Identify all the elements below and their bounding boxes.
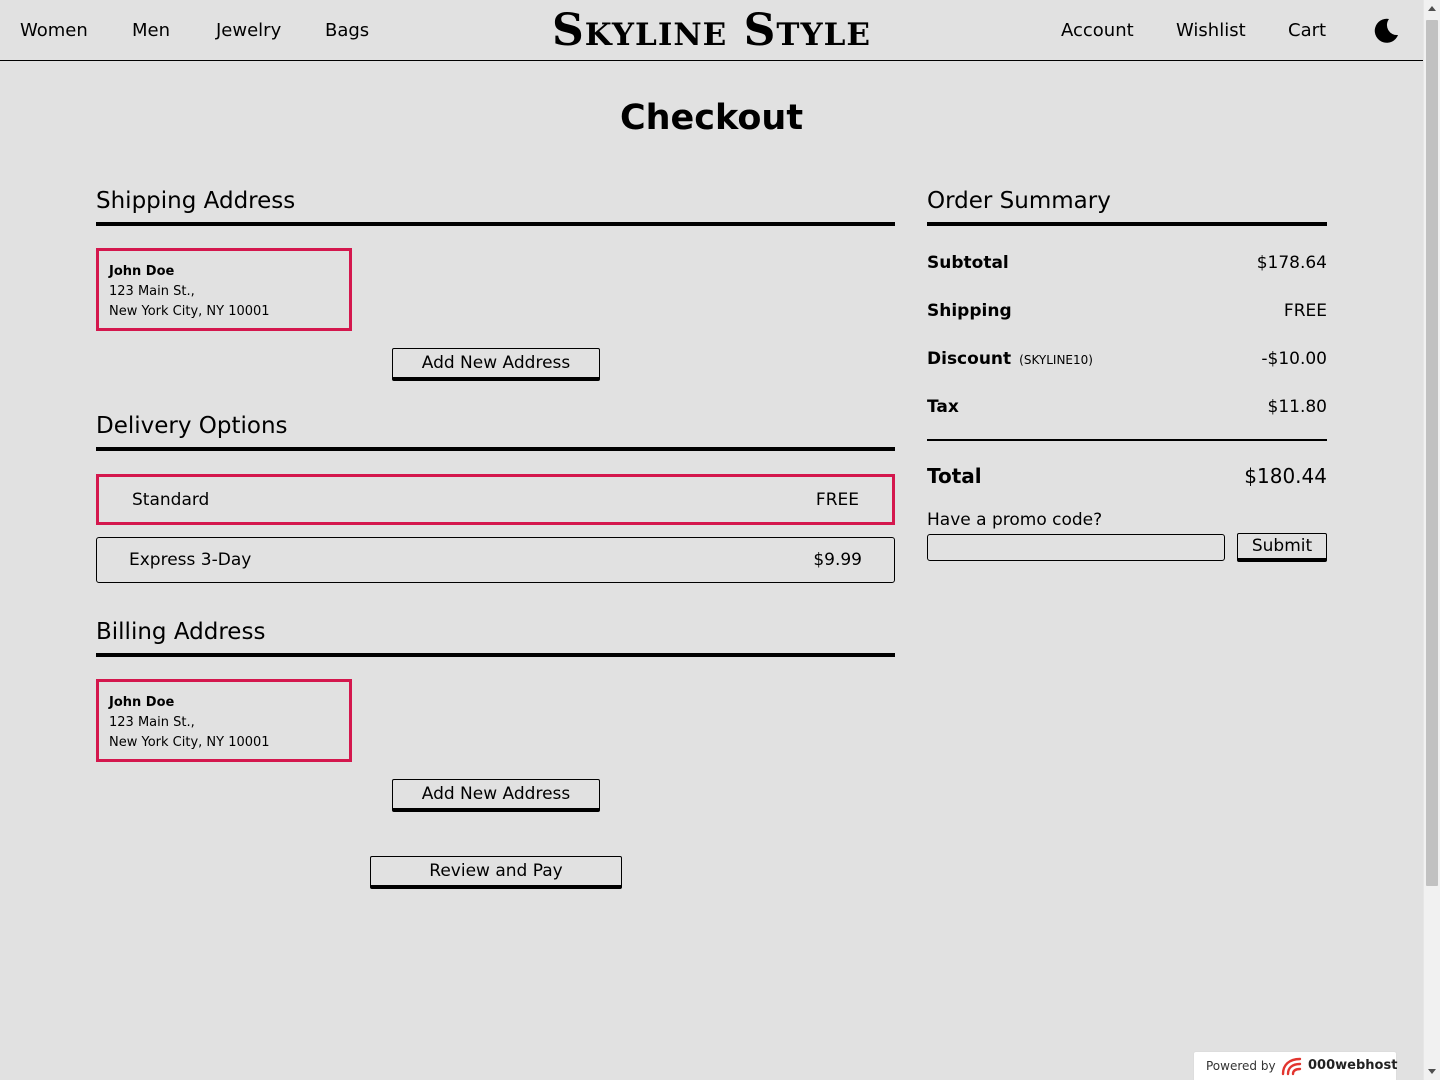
summary-discount-row: Discount (SKYLINE10) -$10.00 bbox=[927, 347, 1327, 372]
delivery-option-label: Express 3-Day bbox=[129, 550, 252, 570]
summary-tax-row: Tax $11.80 bbox=[927, 395, 1327, 419]
delivery-option-express[interactable]: Express 3-Day $9.99 bbox=[96, 537, 895, 583]
webhost-logo-icon bbox=[1280, 1056, 1304, 1079]
total-value: $180.44 bbox=[1244, 464, 1327, 488]
promo-code-input[interactable] bbox=[927, 534, 1225, 561]
address-name: John Doe bbox=[109, 264, 175, 279]
address-line2: New York City, NY 10001 bbox=[109, 735, 270, 750]
promo-label: Have a promo code? bbox=[927, 510, 1103, 530]
scroll-thumb[interactable] bbox=[1426, 20, 1438, 886]
nav-link-bags[interactable]: Bags bbox=[325, 19, 369, 43]
nav-link-account[interactable]: Account bbox=[1061, 19, 1134, 43]
discount-value: -$10.00 bbox=[1261, 349, 1327, 369]
nav-link-cart[interactable]: Cart bbox=[1288, 19, 1326, 43]
subtotal-label: Subtotal bbox=[927, 253, 1009, 273]
subtotal-value: $178.64 bbox=[1256, 253, 1327, 273]
scroll-down-icon[interactable] bbox=[1428, 1069, 1436, 1074]
promo-submit-button[interactable]: Submit bbox=[1237, 533, 1327, 562]
shipping-address-card[interactable]: John Doe 123 Main St., New York City, NY… bbox=[96, 248, 352, 331]
order-summary-heading: Order Summary bbox=[927, 186, 1327, 226]
add-shipping-address-button[interactable]: Add New Address bbox=[392, 348, 600, 381]
summary-total-row: Total $180.44 bbox=[927, 463, 1327, 489]
delivery-option-label: Standard bbox=[132, 489, 210, 510]
page-scrollbar[interactable] bbox=[1423, 0, 1440, 1080]
delivery-option-price: FREE bbox=[815, 489, 859, 510]
scroll-up-icon[interactable] bbox=[1428, 6, 1436, 11]
tax-value: $11.80 bbox=[1267, 397, 1327, 417]
summary-subtotal-row: Subtotal $178.64 bbox=[927, 251, 1327, 275]
tax-label: Tax bbox=[927, 397, 959, 417]
add-billing-address-button[interactable]: Add New Address bbox=[392, 779, 600, 812]
badge-powered-text: Powered by bbox=[1206, 1059, 1276, 1073]
page-title: Checkout bbox=[619, 98, 804, 138]
nav-link-wishlist[interactable]: Wishlist bbox=[1176, 19, 1246, 43]
review-and-pay-button[interactable]: Review and Pay bbox=[370, 856, 622, 889]
billing-address-card[interactable]: John Doe 123 Main St., New York City, NY… bbox=[96, 679, 352, 762]
address-name: John Doe bbox=[109, 695, 175, 710]
summary-divider bbox=[927, 439, 1327, 441]
shipping-value: FREE bbox=[1283, 301, 1327, 321]
nav-link-women[interactable]: Women bbox=[20, 19, 88, 43]
delivery-option-price: $9.99 bbox=[813, 550, 862, 570]
delivery-heading: Delivery Options bbox=[96, 411, 895, 451]
summary-shipping-row: Shipping FREE bbox=[927, 299, 1327, 323]
billing-heading: Billing Address bbox=[96, 617, 895, 657]
shipping-heading: Shipping Address bbox=[96, 186, 895, 226]
delivery-option-standard[interactable]: Standard FREE bbox=[96, 474, 895, 525]
site-logo[interactable]: Skyline Style bbox=[552, 5, 871, 56]
discount-code: (SKYLINE10) bbox=[1019, 353, 1093, 367]
site-header: Women Men Jewelry Bags Skyline Style Acc… bbox=[0, 0, 1423, 61]
total-label: Total bbox=[927, 464, 982, 488]
nav-link-men[interactable]: Men bbox=[132, 19, 170, 43]
nav-link-jewelry[interactable]: Jewelry bbox=[216, 19, 281, 43]
discount-label: Discount bbox=[927, 349, 1012, 369]
shipping-label: Shipping bbox=[927, 301, 1012, 321]
address-line1: 123 Main St., bbox=[109, 284, 195, 299]
address-line1: 123 Main St., bbox=[109, 715, 195, 730]
badge-brand-text: 000webhost bbox=[1308, 1058, 1398, 1073]
address-line2: New York City, NY 10001 bbox=[109, 304, 270, 319]
hosting-badge[interactable]: Powered by 000webhost bbox=[1193, 1051, 1397, 1080]
moon-icon[interactable] bbox=[1372, 17, 1400, 45]
